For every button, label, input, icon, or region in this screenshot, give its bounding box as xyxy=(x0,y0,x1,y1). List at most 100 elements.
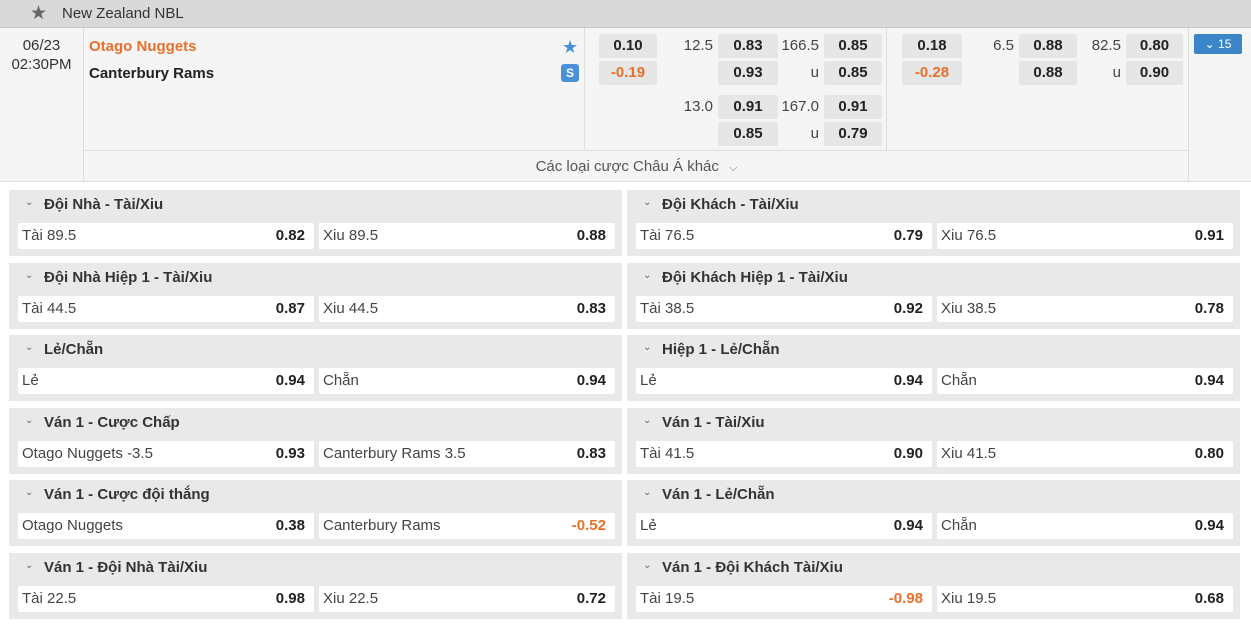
chevron-down-icon[interactable]: ⌄ xyxy=(25,270,33,281)
market-option-a[interactable]: Tài 19.5 -0.98 xyxy=(636,586,932,612)
market-panel: ⌄ Ván 1 - Tài/Xiu Tài 41.5 0.90 Xiu 41.5 0.80 xyxy=(627,408,1240,474)
odds-h1-ou-over[interactable]: 0.88 xyxy=(1019,34,1077,58)
chevron-down-icon[interactable]: ⌄ xyxy=(643,342,651,353)
market-option-b[interactable]: Chẵn 0.94 xyxy=(937,513,1233,539)
market-option-a[interactable]: Lẻ 0.94 xyxy=(636,368,932,394)
odds-h1-ou-under[interactable]: 0.88 xyxy=(1019,61,1077,85)
more-markets-button[interactable]: ⌄ 15 xyxy=(1194,34,1242,54)
option-label: Chẵn xyxy=(941,517,977,534)
market-option-a[interactable]: Tài 76.5 0.79 xyxy=(636,223,932,249)
chevron-down-icon[interactable]: ⌄ xyxy=(643,487,651,498)
home-team[interactable]: Otago Nuggets xyxy=(89,38,197,55)
more-asian-markets-toggle[interactable]: Các loại cược Châu Á khác ⌵ xyxy=(84,150,1189,181)
chevron-down-icon[interactable]: ⌄ xyxy=(25,342,33,353)
market-panel: ⌄ Hiệp 1 - Lẻ/Chẵn Lẻ 0.94 Chẵn 0.94 xyxy=(627,335,1240,401)
market-option-b[interactable]: Xiu 38.5 0.78 xyxy=(937,296,1233,322)
under-label: u xyxy=(810,125,819,142)
market-option-b[interactable]: Chẵn 0.94 xyxy=(319,368,615,394)
league-header[interactable]: ★ New Zealand NBL xyxy=(0,0,1251,28)
chevron-down-icon[interactable]: ⌄ xyxy=(25,415,33,426)
odds-ft-total-under[interactable]: 0.79 xyxy=(824,122,882,146)
odds-ft-total-over[interactable]: 0.85 xyxy=(824,34,882,58)
odds-h1-hdp-away[interactable]: -0.28 xyxy=(902,61,962,85)
stats-icon[interactable]: S xyxy=(561,64,579,82)
market-option-a[interactable]: Otago Nuggets 0.38 xyxy=(18,513,314,539)
option-label: Lẻ xyxy=(640,517,657,534)
star-icon[interactable]: ★ xyxy=(30,4,50,23)
odds-ft-total-over[interactable]: 0.91 xyxy=(824,95,882,119)
market-option-b[interactable]: Xiu 44.5 0.83 xyxy=(319,296,615,322)
market-header[interactable]: ⌄ Ván 1 - Cược đội thắng xyxy=(9,480,622,510)
market-option-a[interactable]: Tài 38.5 0.92 xyxy=(636,296,932,322)
odds-ft-hdp-away[interactable]: -0.19 xyxy=(599,61,657,85)
market-option-b[interactable]: Xiu 19.5 0.68 xyxy=(937,586,1233,612)
market-option-a[interactable]: Lẻ 0.94 xyxy=(18,368,314,394)
chevron-down-icon[interactable]: ⌄ xyxy=(643,560,651,571)
market-header[interactable]: ⌄ Đội Nhà - Tài/Xiu xyxy=(9,190,622,220)
away-team[interactable]: Canterbury Rams xyxy=(89,65,214,82)
chevron-down-icon[interactable]: ⌄ xyxy=(25,487,33,498)
market-option-b[interactable]: Xiu 41.5 0.80 xyxy=(937,441,1233,467)
market-option-b[interactable]: Xiu 89.5 0.88 xyxy=(319,223,615,249)
odds-ft-total-under[interactable]: 0.85 xyxy=(824,61,882,85)
market-header[interactable]: ⌄ Ván 1 - Đội Nhà Tài/Xiu xyxy=(9,553,622,583)
odds-h1-total-under[interactable]: 0.90 xyxy=(1126,61,1183,85)
market-title: Ván 1 - Lẻ/Chẵn xyxy=(662,486,775,503)
odds-ft-ou-under[interactable]: 0.93 xyxy=(718,61,778,85)
match-time: 02:30PM xyxy=(11,56,72,73)
option-label: Chẵn xyxy=(323,372,359,389)
market-header[interactable]: ⌄ Ván 1 - Đội Khách Tài/Xiu xyxy=(627,553,1240,583)
option-odds: 0.82 xyxy=(275,227,305,244)
chevron-down-icon[interactable]: ⌄ xyxy=(643,270,651,281)
market-header[interactable]: ⌄ Đội Khách Hiệp 1 - Tài/Xiu xyxy=(627,263,1240,293)
odds-ft-ou-over[interactable]: 0.91 xyxy=(718,95,778,119)
market-option-b[interactable]: Canterbury Rams -0.52 xyxy=(319,513,615,539)
market-title: Đội Khách - Tài/Xiu xyxy=(662,196,799,213)
option-odds: 0.72 xyxy=(576,590,606,607)
market-panel: ⌄ Ván 1 - Đội Nhà Tài/Xiu Tài 22.5 0.98 Xiu … xyxy=(9,553,622,619)
option-odds: 0.93 xyxy=(275,445,305,462)
option-odds: -0.98 xyxy=(888,590,923,607)
market-option-b[interactable]: Xiu 76.5 0.91 xyxy=(937,223,1233,249)
market-option-b[interactable]: Chẵn 0.94 xyxy=(937,368,1233,394)
market-header[interactable]: ⌄ Lẻ/Chẵn xyxy=(9,335,622,365)
under-label: u xyxy=(1112,64,1121,81)
option-label: Lẻ xyxy=(22,372,39,389)
market-option-a[interactable]: Tài 44.5 0.87 xyxy=(18,296,314,322)
option-label: Xiu 19.5 xyxy=(941,590,997,607)
market-header[interactable]: ⌄ Đội Nhà Hiệp 1 - Tài/Xiu xyxy=(9,263,622,293)
market-option-a[interactable]: Otago Nuggets -3.5 0.93 xyxy=(18,441,314,467)
divider xyxy=(584,28,585,150)
divider xyxy=(886,28,887,150)
market-header[interactable]: ⌄ Ván 1 - Tài/Xiu xyxy=(627,408,1240,438)
market-option-a[interactable]: Tài 41.5 0.90 xyxy=(636,441,932,467)
line-ft-total: 167.0 xyxy=(781,98,819,115)
favorite-star-icon[interactable]: ★ xyxy=(562,37,578,58)
market-header[interactable]: ⌄ Ván 1 - Lẻ/Chẵn xyxy=(627,480,1240,510)
market-option-b[interactable]: Xiu 22.5 0.72 xyxy=(319,586,615,612)
market-header[interactable]: ⌄ Đội Khách - Tài/Xiu xyxy=(627,190,1240,220)
option-label: Xiu 89.5 xyxy=(323,227,379,244)
chevron-down-icon[interactable]: ⌄ xyxy=(25,560,33,571)
market-header[interactable]: ⌄ Hiệp 1 - Lẻ/Chẵn xyxy=(627,335,1240,365)
market-header[interactable]: ⌄ Ván 1 - Cược Chấp xyxy=(9,408,622,438)
market-panel: ⌄ Lẻ/Chẵn Lẻ 0.94 Chẵn 0.94 xyxy=(9,335,622,401)
option-label: Canterbury Rams xyxy=(323,517,441,534)
option-label: Tài 38.5 xyxy=(640,300,695,317)
market-panel: ⌄ Đội Khách - Tài/Xiu Tài 76.5 0.79 Xiu 76.5… xyxy=(627,190,1240,256)
odds-ft-ou-over[interactable]: 0.83 xyxy=(718,34,778,58)
market-title: Ván 1 - Cược Chấp xyxy=(44,414,180,431)
odds-ft-ou-under[interactable]: 0.85 xyxy=(718,122,778,146)
chevron-down-icon[interactable]: ⌄ xyxy=(643,415,651,426)
market-option-a[interactable]: Lẻ 0.94 xyxy=(636,513,932,539)
market-option-b[interactable]: Canterbury Rams 3.5 0.83 xyxy=(319,441,615,467)
odds-ft-hdp-home[interactable]: 0.10 xyxy=(599,34,657,58)
chevron-down-icon[interactable]: ⌄ xyxy=(643,197,651,208)
chevron-down-icon[interactable]: ⌄ xyxy=(25,197,33,208)
odds-h1-total-over[interactable]: 0.80 xyxy=(1126,34,1183,58)
option-odds: 0.78 xyxy=(1194,300,1224,317)
match-datetime: 06/23 02:30PM xyxy=(0,28,84,181)
market-option-a[interactable]: Tài 89.5 0.82 xyxy=(18,223,314,249)
odds-h1-hdp-home[interactable]: 0.18 xyxy=(902,34,962,58)
market-option-a[interactable]: Tài 22.5 0.98 xyxy=(18,586,314,612)
